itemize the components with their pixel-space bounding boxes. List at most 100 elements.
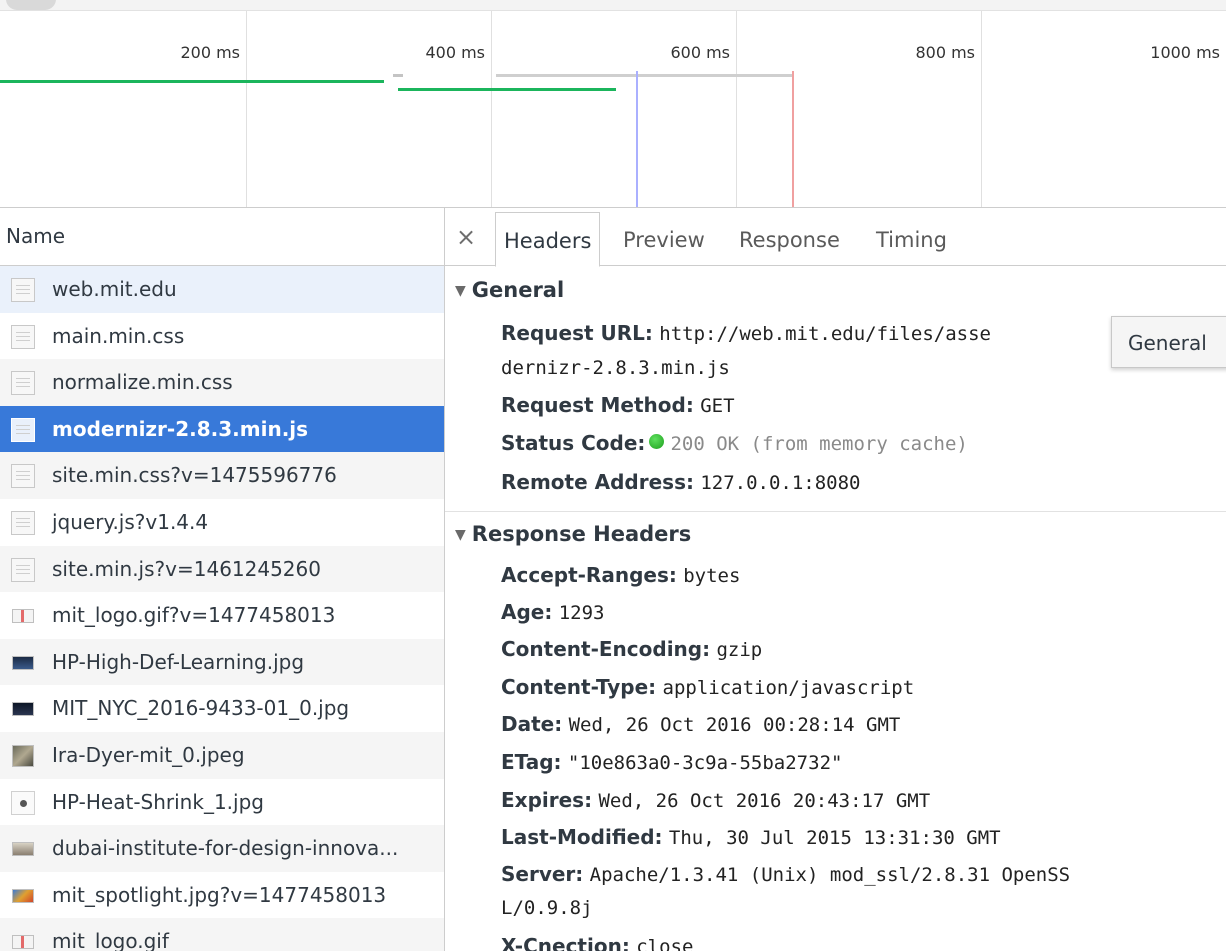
document-icon (11, 278, 35, 302)
header-key: Content-Encoding: (501, 637, 711, 661)
header-key: Request URL: (501, 321, 653, 345)
request-row-selected[interactable]: modernizr-2.8.3.min.js (0, 405, 444, 453)
request-row[interactable]: MIT_NYC_2016-9433-01_0.jpg (0, 685, 444, 732)
header-value: 127.0.0.1:8080 (700, 472, 861, 494)
request-name: HP-High-Def-Learning.jpg (52, 649, 305, 674)
header-row: Expires: Wed, 26 Oct 2016 20:43:17 GMT (501, 788, 930, 812)
header-value: Wed, 26 Oct 2016 00:28:14 GMT (568, 714, 901, 736)
header-row: Status Code: 200 OK (from memory cache) (501, 431, 968, 455)
header-key: Request Method: (501, 393, 694, 417)
request-name: mit_logo.gif?v=1477458013 (52, 603, 336, 628)
request-name: web.mit.edu (52, 277, 177, 301)
image-thumbnail-icon (11, 651, 35, 675)
request-row[interactable]: web.mit.edu (0, 266, 444, 313)
header-key: Content-Type: (501, 675, 657, 699)
request-row[interactable]: mit_spotlight.jpg?v=1477458013 (0, 872, 444, 919)
triangle-down-icon: ▼ (455, 283, 466, 299)
header-key: ETag: (501, 750, 562, 774)
header-row: Content-Encoding: gzip (501, 637, 762, 661)
header-row: Accept-Ranges: bytes (501, 563, 740, 587)
header-key: Age: (501, 600, 553, 624)
image-thumbnail-icon (11, 744, 35, 768)
section-divider (445, 511, 1226, 512)
record-toggle[interactable] (6, 0, 56, 10)
header-value: Thu, 30 Jul 2015 13:31:30 GMT (668, 827, 1001, 849)
request-row[interactable]: site.min.js?v=1461245260 (0, 545, 444, 593)
header-value: Wed, 26 Oct 2016 20:43:17 GMT (598, 790, 931, 812)
request-row[interactable]: mit_logo.gif?v=1477458013 (0, 592, 444, 639)
header-row-continued: dernizr-2.8.3.min.js (501, 355, 730, 379)
request-row[interactable]: normalize.min.css (0, 359, 444, 406)
load-event-line (792, 71, 794, 207)
header-value: 200 OK (from memory cache) (670, 433, 968, 455)
waterfall-bar (496, 74, 792, 77)
request-row[interactable]: dubai-institute-for-design-innova... (0, 825, 444, 872)
overview-timeline[interactable]: 200 ms 400 ms 600 ms 800 ms 1000 ms (0, 11, 1226, 208)
header-key: Server: (501, 862, 584, 886)
request-row[interactable]: Ira-Dyer-mit_0.jpeg (0, 731, 444, 779)
header-value: Apache/1.3.41 (Unix) mod_ssl/2.8.31 Open… (589, 864, 1071, 886)
document-icon (11, 371, 35, 396)
request-name: Ira-Dyer-mit_0.jpeg (52, 742, 245, 767)
header-value: http://web.mit.edu/files/asse (659, 323, 991, 345)
image-thumbnail-icon (11, 697, 35, 721)
header-value: gzip (716, 639, 763, 661)
section-tooltip: General (1111, 316, 1226, 368)
name-column-header[interactable]: Name (0, 208, 444, 266)
dom-content-loaded-line (636, 71, 638, 207)
tab-response[interactable]: Response (731, 216, 848, 265)
request-row[interactable]: mit_logo.gif (0, 918, 444, 951)
close-icon[interactable]: × (453, 222, 479, 252)
request-row[interactable]: jquery.js?v1.4.4 (0, 499, 444, 546)
request-name: site.min.js?v=1461245260 (52, 556, 321, 581)
header-key: Last-Modified: (501, 825, 663, 849)
request-name: mit_spotlight.jpg?v=1477458013 (52, 882, 387, 907)
request-name: HP-Heat-Shrink_1.jpg (52, 789, 264, 814)
header-key: Accept-Ranges: (501, 563, 677, 587)
request-name: modernizr-2.8.3.min.js (52, 416, 309, 441)
header-value: L/0.9.8j (501, 897, 593, 919)
tick-label: 400 ms (425, 43, 485, 62)
request-row[interactable]: main.min.css (0, 313, 444, 360)
header-value: bytes (683, 565, 741, 587)
header-value: close (636, 936, 694, 951)
header-row: ETag: "10e863a0-3c9a-55ba2732" (501, 750, 842, 774)
header-value: application/javascript (662, 677, 915, 699)
grid-line (491, 11, 492, 207)
response-headers-section-toggle[interactable]: ▼ Response Headers (455, 522, 691, 546)
waterfall-bar (0, 80, 384, 83)
request-name: jquery.js?v1.4.4 (52, 509, 209, 534)
request-row[interactable]: HP-Heat-Shrink_1.jpg (0, 779, 444, 826)
triangle-down-icon: ▼ (455, 527, 466, 543)
tick-label: 600 ms (670, 43, 730, 62)
request-name: normalize.min.css (52, 370, 233, 395)
header-row: Remote Address: 127.0.0.1:8080 (501, 470, 861, 494)
header-row: Age: 1293 (501, 600, 604, 624)
tab-headers[interactable]: Headers (495, 212, 601, 267)
image-thumbnail-icon (11, 930, 35, 951)
header-row-continued: L/0.9.8j (501, 895, 593, 919)
header-key: Expires: (501, 788, 593, 812)
header-row: Date: Wed, 26 Oct 2016 00:28:14 GMT (501, 712, 900, 736)
header-value: "10e863a0-3c9a-55ba2732" (567, 752, 843, 774)
devtools-network-panel: 200 ms 400 ms 600 ms 800 ms 1000 ms Name… (0, 0, 1226, 951)
document-icon (11, 324, 35, 349)
header-value: GET (700, 395, 735, 417)
header-row: Last-Modified: Thu, 30 Jul 2015 13:31:30… (501, 825, 1001, 849)
grid-line (246, 11, 247, 207)
general-section-toggle[interactable]: ▼ General (455, 278, 564, 302)
document-icon (11, 417, 35, 442)
document-icon (11, 464, 35, 489)
request-name: dubai-institute-for-design-innova... (52, 836, 399, 861)
request-row[interactable]: HP-High-Def-Learning.jpg (0, 638, 444, 686)
header-row: Content-Type: application/javascript (501, 675, 914, 699)
tab-timing[interactable]: Timing (868, 216, 955, 265)
header-row: X-Cnection: close (501, 934, 693, 951)
request-row[interactable]: site.min.css?v=1475596776 (0, 452, 444, 499)
waterfall-bar (393, 74, 403, 77)
tick-label: 1000 ms (1150, 43, 1220, 62)
document-icon (11, 510, 35, 535)
tab-preview[interactable]: Preview (615, 216, 713, 265)
header-key: X-Cnection: (501, 934, 630, 951)
request-name: site.min.css?v=1475596776 (52, 463, 337, 488)
